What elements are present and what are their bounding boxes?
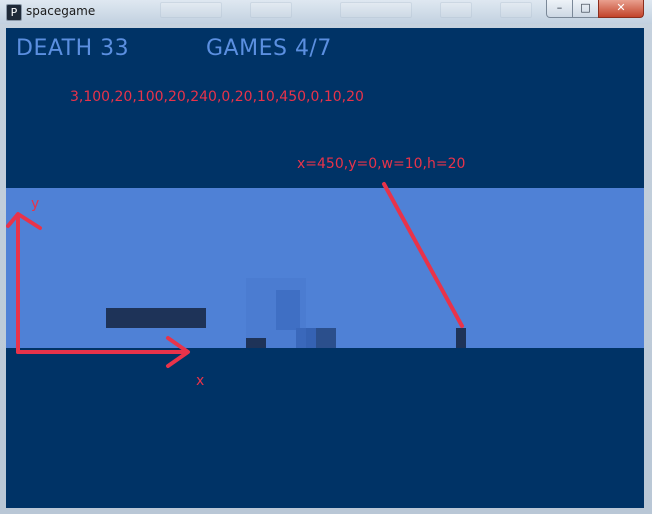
pointer-line — [382, 182, 464, 328]
app-icon: P — [6, 4, 22, 21]
close-button[interactable]: ✕ — [598, 0, 644, 18]
annotation-overlay — [6, 182, 464, 368]
game-window: P spacegame – □ ✕ DEATH 33 GAMES 4/7 3,1… — [0, 0, 652, 514]
maximize-button[interactable]: □ — [572, 0, 599, 18]
background-window-ghost — [150, 0, 550, 18]
game-canvas[interactable]: DEATH 33 GAMES 4/7 3,100,20,100,20,240,0… — [6, 28, 644, 508]
y-axis-arrowhead — [6, 212, 42, 230]
title-bar[interactable]: P spacegame – □ ✕ — [0, 0, 652, 24]
minimize-button[interactable]: – — [546, 0, 573, 18]
window-title: spacegame — [26, 4, 96, 18]
